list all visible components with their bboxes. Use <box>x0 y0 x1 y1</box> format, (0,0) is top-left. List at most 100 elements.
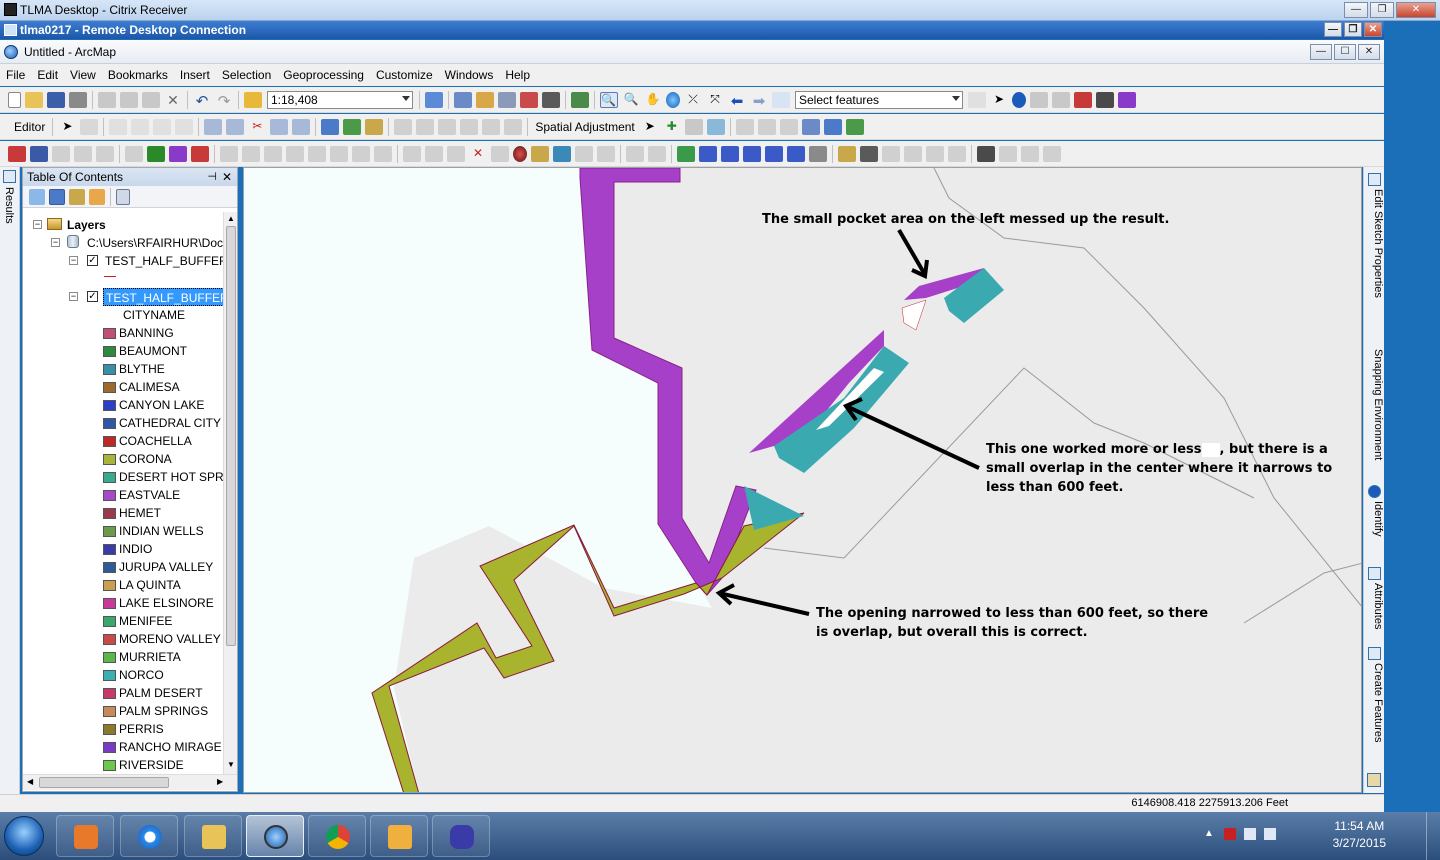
clock[interactable]: 11:54 AM 3/27/2015 <box>1333 818 1386 852</box>
back-extent-icon[interactable]: ⬅ <box>728 92 746 110</box>
point-icon[interactable] <box>175 118 194 135</box>
list-by-drawing-order-icon[interactable] <box>29 188 45 205</box>
cut-polygons-icon[interactable]: ✂ <box>248 119 266 135</box>
edgematch-icon[interactable] <box>823 118 842 135</box>
taskbar-explorer[interactable] <box>184 815 242 857</box>
legend-swatch[interactable] <box>103 580 116 591</box>
legend-swatch[interactable] <box>103 724 116 735</box>
legend-city-label[interactable]: MORENO VALLEY <box>119 630 221 648</box>
legend-city-label[interactable]: CANYON LAKE <box>119 396 204 414</box>
legend-swatch[interactable] <box>103 742 116 753</box>
tool-icon-e[interactable] <box>626 145 644 162</box>
tool-icon-n[interactable] <box>838 145 856 162</box>
georef-icon-5[interactable] <box>308 145 326 162</box>
model-builder-icon[interactable] <box>571 91 589 108</box>
arcmap-close-button[interactable]: ✕ <box>1358 44 1380 60</box>
legend-city-label[interactable]: BLYTHE <box>119 360 165 378</box>
legend-swatch[interactable] <box>103 382 116 393</box>
identify-icon[interactable] <box>1012 91 1026 108</box>
legend-city-label[interactable]: LAKE ELSINORE <box>119 594 214 612</box>
tool-icon-t[interactable] <box>977 145 995 162</box>
copy-features-icon[interactable] <box>8 145 26 162</box>
legend-swatch[interactable] <box>103 418 116 429</box>
list-by-selection-icon[interactable] <box>89 188 105 205</box>
arcmap-minimize-button[interactable]: — <box>1310 44 1332 60</box>
rdc-minimize-button[interactable]: — <box>1324 22 1342 37</box>
topology-icon-3[interactable] <box>438 118 457 135</box>
cogo-icon-4[interactable]: ✕ <box>469 146 487 162</box>
legend-city-label[interactable]: MURRIETA <box>119 648 181 666</box>
print-icon[interactable] <box>69 91 87 108</box>
legend-city-label[interactable]: INDIO <box>119 540 152 558</box>
go-to-xy-icon[interactable] <box>1118 91 1136 108</box>
folder-path[interactable]: C:\Users\RFAIRHUR\Doc <box>87 234 223 252</box>
legend-swatch[interactable] <box>103 328 116 339</box>
legend-city-label[interactable]: INDIAN WELLS <box>119 522 204 540</box>
extend-icon[interactable] <box>52 145 70 162</box>
topology-icon-5[interactable] <box>482 118 501 135</box>
new-displacement-link-icon[interactable]: ✚ <box>663 119 681 135</box>
layers-label[interactable]: Layers <box>67 216 106 234</box>
toc-close-icon[interactable]: ✕ <box>222 168 232 186</box>
legend-city-label[interactable]: JURUPA VALLEY <box>119 558 213 576</box>
legend-swatch[interactable] <box>103 598 116 609</box>
legend-swatch[interactable] <box>103 616 116 627</box>
cogo-icon-3[interactable] <box>447 145 465 162</box>
full-extent-icon[interactable] <box>666 91 680 108</box>
tool-icon-l[interactable] <box>787 145 805 162</box>
editor-menu[interactable]: Editor <box>14 120 45 134</box>
layer1-checkbox[interactable]: ✓ <box>87 255 98 266</box>
list-by-source-icon[interactable] <box>49 188 65 205</box>
line-intersection-icon[interactable] <box>96 145 114 162</box>
layer1-collapse[interactable]: − <box>69 256 78 265</box>
tool-icon-g[interactable] <box>677 145 695 162</box>
topology-icon-4[interactable] <box>460 118 479 135</box>
tool-icon-q[interactable] <box>904 145 922 162</box>
tool-icon-d[interactable] <box>597 145 615 162</box>
taskbar-media-player[interactable] <box>56 815 114 857</box>
legend-swatch[interactable] <box>103 454 116 465</box>
menu-help[interactable]: Help <box>505 68 530 82</box>
legend-city-label[interactable]: HEMET <box>119 504 161 522</box>
search-window-icon[interactable] <box>498 91 516 108</box>
attributes-icon[interactable] <box>321 118 340 135</box>
forward-extent-icon[interactable]: ➡ <box>750 92 768 110</box>
tool-icon-s[interactable] <box>948 145 966 162</box>
tool-icon-b[interactable] <box>553 145 571 162</box>
attributes-tab[interactable]: Attributes <box>1366 565 1384 643</box>
cogo-icon-5[interactable] <box>491 145 509 162</box>
tool-icon-r[interactable] <box>926 145 944 162</box>
h-scroll-thumb[interactable] <box>39 777 169 788</box>
tool-icon-k[interactable] <box>765 145 783 162</box>
reshape-icon[interactable] <box>226 118 245 135</box>
cogo-icon-2[interactable] <box>425 145 443 162</box>
georef-icon-7[interactable] <box>352 145 370 162</box>
add-data-icon[interactable] <box>244 91 262 108</box>
scroll-up-icon[interactable]: ▲ <box>227 214 235 223</box>
zoom-in-icon[interactable]: 🔍 <box>600 91 618 108</box>
paste-icon[interactable] <box>142 91 160 108</box>
catalog-icon[interactable] <box>476 91 494 108</box>
pin-icon[interactable]: ⊣ <box>207 168 217 186</box>
python-icon[interactable] <box>542 91 560 108</box>
cogo-icon-1[interactable] <box>403 145 421 162</box>
action-center-icon[interactable] <box>1224 828 1236 840</box>
layer2-name-selected[interactable]: TEST_HALF_BUFFERS <box>103 288 223 306</box>
menu-bookmarks[interactable]: Bookmarks <box>108 68 168 82</box>
layer1-name[interactable]: TEST_HALF_BUFFERS <box>105 252 223 270</box>
zoom-out-icon[interactable]: 🔍 <box>622 92 640 108</box>
undo-icon[interactable]: ↶ <box>193 92 211 110</box>
legend-swatch[interactable] <box>103 652 116 663</box>
show-desktop-button[interactable] <box>1426 812 1440 860</box>
legend-swatch[interactable] <box>103 526 116 537</box>
smooth-icon[interactable] <box>169 145 187 162</box>
options-icon[interactable] <box>116 188 130 205</box>
menu-view[interactable]: View <box>70 68 96 82</box>
pan-icon[interactable]: ✋ <box>644 92 662 108</box>
georef-icon-6[interactable] <box>330 145 348 162</box>
view-link-table-icon[interactable] <box>801 118 820 135</box>
arcmap-maximize-button[interactable]: ☐ <box>1334 44 1356 60</box>
save-icon[interactable] <box>47 91 65 108</box>
create-features-tab[interactable]: Create Features <box>1366 645 1384 765</box>
select-arrow-icon[interactable]: ➤ <box>641 119 659 135</box>
